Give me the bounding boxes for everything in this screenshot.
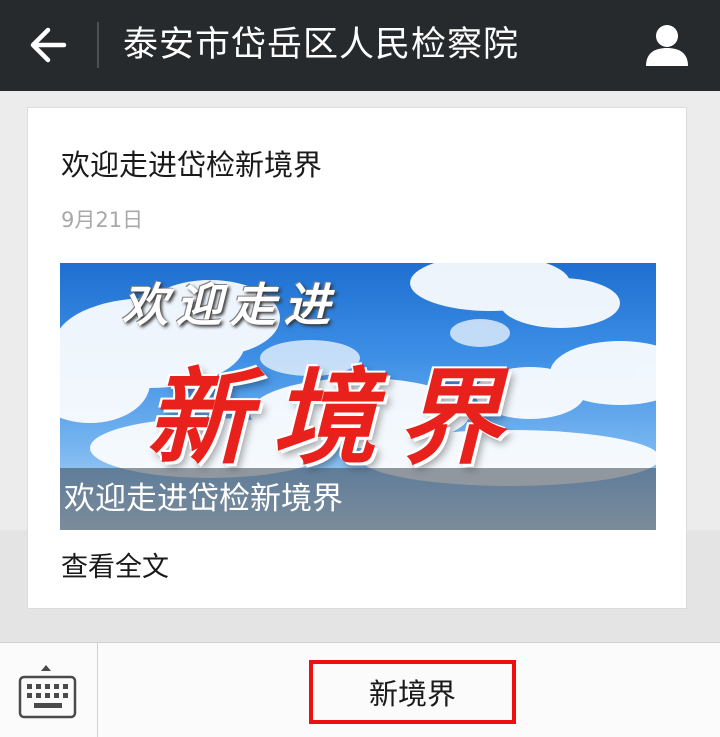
- screen: 泰安市岱岳区人民检察院 欢迎走进岱检新境界 9月21日 欢迎走进 新境界 欢迎走…: [0, 0, 720, 737]
- article-cover-image[interactable]: 欢迎走进 新境界 欢迎走进岱检新境界: [60, 263, 656, 530]
- article-title: 欢迎走进岱检新境界: [61, 148, 323, 182]
- bottom-menu-bar: 新境界: [0, 642, 720, 737]
- user-profile-icon: [646, 25, 688, 66]
- menu-item-new-realm[interactable]: 新境界: [309, 660, 516, 724]
- article-card[interactable]: 欢迎走进岱检新境界 9月21日 欢迎走进 新境界 欢迎走进岱检新境界 查看全文: [27, 107, 687, 609]
- back-button[interactable]: [22, 22, 74, 68]
- read-full-text-link[interactable]: 查看全文: [61, 545, 169, 584]
- arrow-left-icon: [30, 27, 67, 63]
- top-navigation-bar: 泰安市岱岳区人民检察院: [0, 0, 720, 91]
- profile-button[interactable]: [642, 20, 692, 70]
- cover-caption: 欢迎走进岱检新境界: [64, 481, 343, 517]
- cover-caption-bar: 欢迎走进岱检新境界: [60, 468, 656, 530]
- keyboard-icon: [18, 665, 77, 719]
- cover-heading-large: 新境界: [146, 356, 525, 479]
- cover-heading-small: 欢迎走进: [122, 278, 338, 332]
- page-title: 泰安市岱岳区人民检察院: [123, 25, 520, 65]
- header-divider: [97, 22, 99, 68]
- keyboard-toggle-button[interactable]: [0, 643, 98, 737]
- article-date: 9月21日: [61, 208, 144, 232]
